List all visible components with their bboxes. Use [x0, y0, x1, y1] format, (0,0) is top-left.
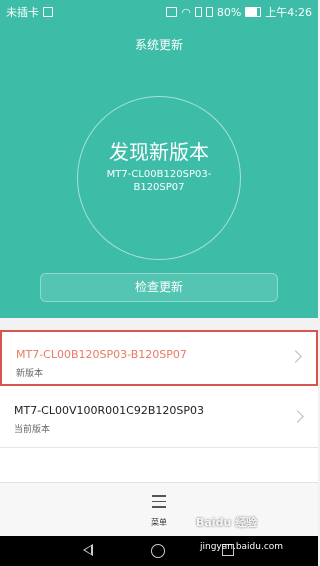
update-version: MT7-CL00B120SP03- B120SP07: [0, 168, 318, 194]
sim-missing-icon: [43, 7, 53, 17]
update-version-line1: MT7-CL00B120SP03-: [106, 169, 212, 180]
nfc-icon: [166, 7, 178, 17]
menu-icon[interactable]: [152, 495, 166, 512]
version-list: MT7-CL00B120SP03-B120SP07 新版本 MT7-CL00V1…: [0, 330, 318, 482]
battery-percent: 80%: [216, 5, 242, 19]
watermark-brand: Baidu 经验: [196, 516, 258, 529]
signal-icon-2: [205, 7, 213, 17]
update-headline: 发现新版本: [109, 140, 209, 164]
clock: 上午4:26: [265, 6, 312, 19]
version-subtitle: 当前版本: [14, 425, 51, 435]
update-version-line2: B120SP07: [133, 182, 185, 193]
check-update-button[interactable]: 检查更新: [40, 273, 278, 302]
version-item-new[interactable]: MT7-CL00B120SP03-B120SP07 新版本: [0, 330, 318, 386]
home-icon[interactable]: [151, 544, 165, 558]
watermark-url: jingyan.baidu.com: [200, 542, 284, 552]
carrier-label: 未插卡: [6, 6, 39, 19]
hero-panel: 未插卡 ◠ 80% 上午4:26 系统更新 发现新版本 MT7-CL00B120…: [0, 0, 318, 318]
version-name: MT7-CL00B120SP03-B120SP07: [16, 348, 187, 361]
chevron-right-icon: [289, 350, 302, 363]
back-icon-inner: [85, 546, 91, 554]
menu-label: 菜单: [151, 518, 167, 527]
version-item-current[interactable]: MT7-CL00V100R001C92B120SP03 当前版本: [0, 392, 318, 448]
battery-icon: [245, 7, 262, 17]
wifi-icon: ◠: [181, 5, 191, 19]
page-title: 系统更新: [134, 38, 183, 52]
version-subtitle: 新版本: [16, 369, 44, 379]
status-bar: 未插卡 ◠ 80% 上午4:26: [0, 0, 318, 22]
bottom-menu[interactable]: 菜单: [0, 482, 318, 537]
chevron-right-icon: [291, 410, 304, 423]
version-name: MT7-CL00V100R001C92B120SP03: [14, 404, 204, 417]
signal-icon: [194, 7, 202, 17]
